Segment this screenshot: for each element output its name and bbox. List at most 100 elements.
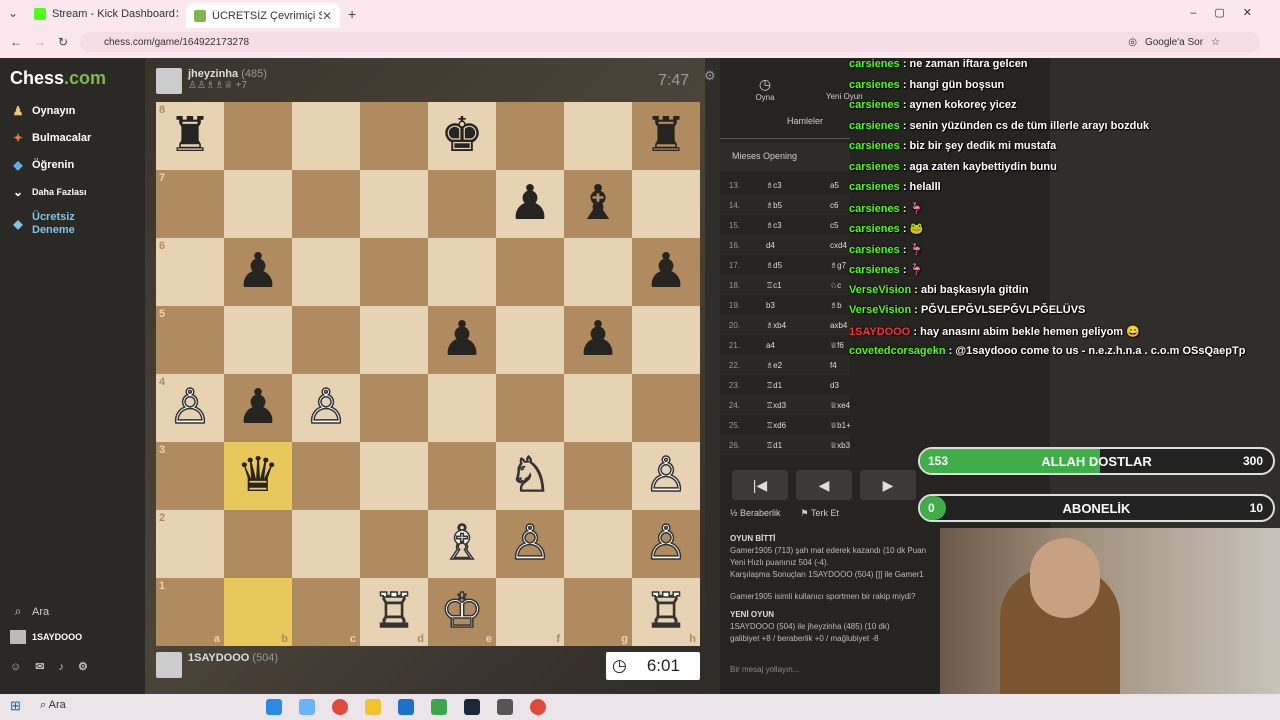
move-row[interactable]: 25. ♖xd6 ♕b1+ — [720, 415, 851, 435]
windows-start-icon[interactable]: ⊞ — [10, 698, 21, 714]
square-d7[interactable] — [360, 170, 428, 238]
move-row[interactable]: 24. ♖xd3 ♕xe4 — [720, 395, 850, 415]
white-move[interactable]: ♗c3 — [766, 181, 782, 190]
piece-b4[interactable]: ♟ — [236, 381, 279, 434]
square-f6[interactable] — [496, 238, 564, 306]
black-move[interactable]: d3 — [830, 381, 839, 390]
square-f8[interactable] — [496, 102, 564, 170]
piece-f3[interactable]: ♘ — [508, 448, 553, 503]
chrome-active-icon[interactable] — [530, 699, 546, 715]
move-row[interactable]: 22. ♗e2 f4 — [720, 355, 850, 375]
square-c8[interactable] — [292, 102, 360, 170]
square-a2[interactable]: 2 — [156, 510, 224, 578]
white-move[interactable]: d4 — [766, 241, 775, 250]
square-d8[interactable] — [360, 102, 428, 170]
piece-h6[interactable]: ♟ — [644, 245, 687, 298]
reload-icon[interactable]: ↻ — [58, 35, 68, 49]
piece-a4[interactable]: ♙ — [168, 380, 213, 435]
move-row[interactable]: 23. ♖d1 d3 — [720, 375, 850, 395]
move-row[interactable]: 13. ♗c3 a5 — [720, 175, 850, 195]
piece-f2[interactable]: ♙ — [508, 516, 553, 571]
square-b5[interactable] — [224, 306, 292, 374]
square-f7[interactable]: ♟ — [496, 170, 564, 238]
move-row[interactable]: 19. b3 ♗b — [720, 295, 850, 315]
piece-h1[interactable]: ♖ — [644, 584, 689, 639]
square-b6[interactable]: ♟ — [224, 238, 292, 306]
forward-icon[interactable]: → — [34, 35, 46, 49]
white-move[interactable]: ♖xd6 — [766, 421, 786, 430]
white-move[interactable]: ♖xd3 — [766, 401, 786, 410]
black-move[interactable]: ♘c — [830, 281, 841, 290]
square-f5[interactable] — [496, 306, 564, 374]
sidebar-item-learn[interactable]: ◆ Öğrenin — [10, 158, 74, 172]
square-b4[interactable]: ♟ — [224, 374, 292, 442]
black-move[interactable]: ♕xe4 — [830, 401, 850, 410]
chat-username[interactable]: 1SAYDOOO — [849, 326, 910, 338]
sidebar-user[interactable]: 1SAYDOOO — [10, 630, 82, 644]
square-b3[interactable]: ♛ — [224, 442, 292, 510]
move-row[interactable]: 18. ♖c1 ♘c — [720, 275, 850, 295]
black-move[interactable]: c6 — [830, 201, 838, 210]
square-h6[interactable]: ♟ — [632, 238, 700, 306]
prev-move-button[interactable]: ◀ — [796, 470, 852, 500]
sidebar-item-puzzles[interactable]: ✦ Bulmacalar — [10, 131, 91, 145]
move-row[interactable]: 17. ♗d5 ♗g7 — [720, 255, 850, 275]
piece-e1[interactable]: ♔ — [440, 584, 485, 639]
move-row[interactable]: 20. ♗xb4 axb4 — [720, 315, 850, 335]
chat-username[interactable]: carsienes — [849, 203, 900, 215]
white-move[interactable]: ♖c1 — [766, 281, 782, 290]
settings-gear-icon[interactable]: ⚙ — [704, 68, 716, 84]
chess-logo[interactable]: Chess.com — [10, 68, 106, 89]
white-move[interactable]: a4 — [766, 341, 775, 350]
move-row[interactable]: 14. ♗b5 c6 — [720, 195, 850, 215]
square-e1[interactable]: ♔ e — [428, 578, 496, 646]
mail-icon[interactable]: ✉ — [35, 660, 44, 673]
square-c3[interactable] — [292, 442, 360, 510]
square-e8[interactable]: ♚ — [428, 102, 496, 170]
square-b1[interactable]: b — [224, 578, 292, 646]
square-e5[interactable]: ♟ — [428, 306, 496, 374]
explorer-icon[interactable] — [365, 699, 381, 715]
white-move[interactable]: ♗e2 — [766, 361, 782, 370]
top-player-name[interactable]: jheyzinha — [188, 68, 238, 80]
square-d1[interactable]: ♖ d — [360, 578, 428, 646]
tab-moves[interactable]: Hamleler — [780, 116, 830, 126]
black-move[interactable]: ♕f6 — [830, 341, 844, 350]
draw-button[interactable]: ½ Beraberlik — [730, 508, 781, 519]
tab-list-icon[interactable]: ⌄ — [8, 6, 18, 20]
square-g6[interactable] — [564, 238, 632, 306]
google-lens-icon[interactable]: ◎ — [1128, 37, 1137, 48]
square-f2[interactable]: ♙ — [496, 510, 564, 578]
avatar[interactable] — [156, 68, 182, 94]
white-move[interactable]: ♗xb4 — [766, 321, 786, 330]
square-c4[interactable]: ♙ — [292, 374, 360, 442]
square-c7[interactable] — [292, 170, 360, 238]
white-move[interactable]: ♖d1 — [766, 381, 782, 390]
resign-button[interactable]: ⚑ Terk Et — [801, 508, 839, 519]
move-row[interactable]: 16. d4 cxd4 — [720, 235, 850, 255]
tab-chess[interactable]: ÜCRETSİZ Çevrimiçi Satranç Oy ✕ — [186, 3, 340, 28]
copilot-icon[interactable] — [299, 699, 315, 715]
piece-h8[interactable]: ♜ — [644, 109, 687, 162]
square-d4[interactable] — [360, 374, 428, 442]
square-b7[interactable] — [224, 170, 292, 238]
piece-e8[interactable]: ♚ — [440, 109, 483, 162]
square-d3[interactable] — [360, 442, 428, 510]
sidebar-item-trial[interactable]: ◆ Ücretsiz Deneme — [10, 211, 90, 237]
square-a8[interactable]: ♜ 8 — [156, 102, 224, 170]
chat-username[interactable]: carsienes — [849, 140, 900, 152]
chrome-icon[interactable] — [332, 699, 348, 715]
square-b8[interactable] — [224, 102, 292, 170]
sidebar-item-more[interactable]: ⌄ Daha Fazlası — [10, 185, 87, 199]
black-move[interactable]: ♕b1+ — [830, 421, 851, 430]
square-d6[interactable] — [360, 238, 428, 306]
chat-username[interactable]: carsienes — [849, 120, 900, 132]
bell-icon[interactable]: ♪ — [58, 661, 64, 673]
piece-e2[interactable]: ♗ — [440, 516, 485, 571]
black-move[interactable]: c5 — [830, 221, 838, 230]
square-d2[interactable] — [360, 510, 428, 578]
chess-board[interactable]: ♜ 8 ♚ ♜ 7 ♟ ♝ 6 ♟ ♟ 5 ♟ ♟ ♙ 4 ♟ ♙ 3 ♛ ♘ ♙ 2 ♗ ♙ ♙ 1 a b c ♖ d ♔ e f g ♖ h — [156, 102, 700, 646]
piece-c4[interactable]: ♙ — [304, 380, 349, 435]
chat-username[interactable]: carsienes — [849, 99, 900, 111]
piece-g7[interactable]: ♝ — [576, 177, 619, 230]
